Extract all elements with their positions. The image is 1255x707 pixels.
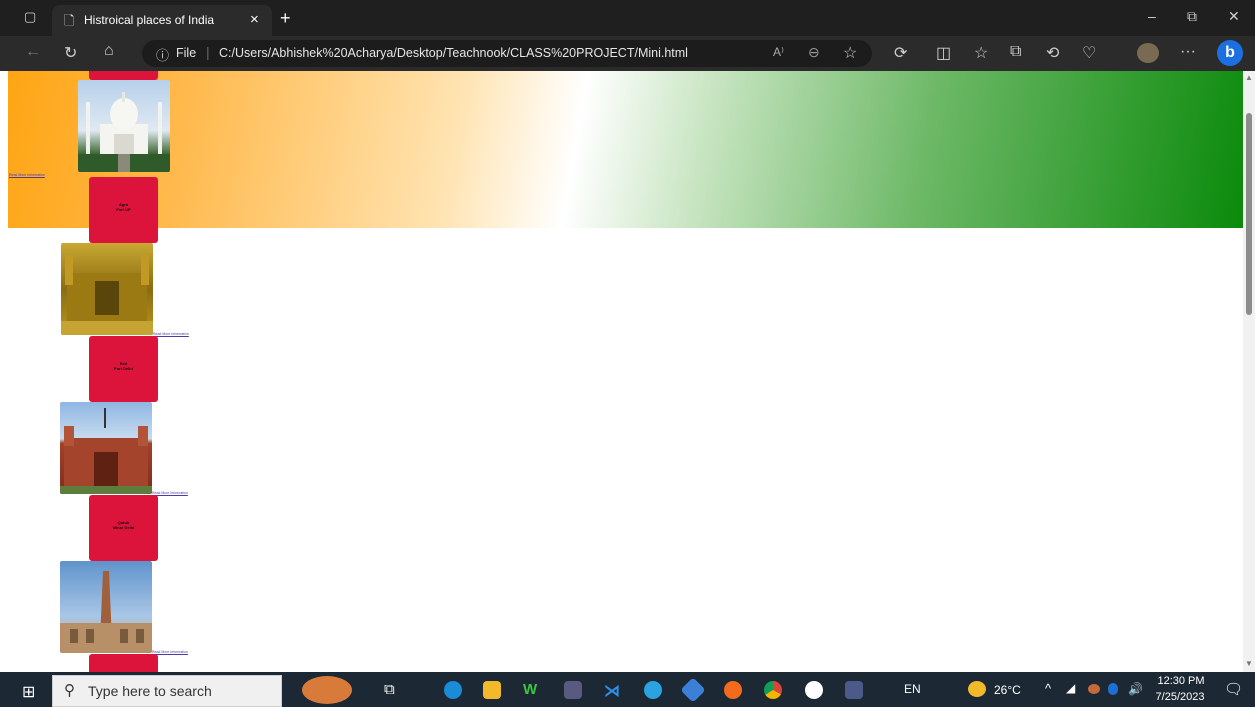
search-icon: ⚲ bbox=[64, 682, 75, 699]
tab-title: Histroical places of India bbox=[84, 13, 215, 27]
tab-actions-icon[interactable]: ▢ bbox=[24, 9, 36, 25]
separator: | bbox=[206, 44, 210, 60]
profile-avatar[interactable] bbox=[1137, 43, 1159, 63]
tray-app-icon[interactable] bbox=[1088, 684, 1100, 694]
place-card[interactable]: Qutub Minar Delhi bbox=[89, 495, 158, 561]
edge-icon[interactable] bbox=[444, 681, 462, 699]
bing-copilot-icon[interactable]: b bbox=[1217, 40, 1243, 66]
network-icon[interactable]: ◢ bbox=[1066, 681, 1075, 695]
clock-date[interactable]: 7/25/2023 bbox=[1153, 691, 1207, 703]
file-label: File bbox=[176, 46, 197, 60]
bluetooth-icon[interactable] bbox=[1108, 683, 1118, 695]
read-more-link[interactable]: Read More Information bbox=[152, 650, 188, 654]
github-icon[interactable] bbox=[805, 681, 823, 699]
scroll-down-arrow-icon[interactable]: ▼ bbox=[1245, 659, 1253, 668]
new-tab-button[interactable]: + bbox=[280, 8, 291, 29]
app-icon[interactable] bbox=[564, 681, 582, 699]
page-icon: 🗋 bbox=[64, 13, 75, 28]
collections-icon[interactable]: ⧉ bbox=[1010, 43, 1021, 61]
chrome-icon[interactable] bbox=[764, 681, 782, 699]
place-card[interactable]: Agra Fort UP bbox=[89, 177, 158, 243]
vscode-icon[interactable]: ⋊ bbox=[604, 681, 622, 700]
more-icon[interactable]: ··· bbox=[1180, 43, 1196, 61]
url-text[interactable]: C:/Users/Abhishek%20Acharya/Desktop/Teac… bbox=[219, 46, 688, 60]
wps-icon[interactable]: W bbox=[523, 681, 541, 699]
extensions-icon[interactable]: ⟳ bbox=[894, 43, 907, 63]
taj-mahal-image bbox=[78, 80, 170, 172]
favorites-icon[interactable]: ☆ bbox=[974, 43, 988, 63]
read-more-link[interactable]: Read More Information bbox=[153, 332, 189, 336]
scrollbar-thumb[interactable] bbox=[1246, 113, 1252, 315]
scroll-up-arrow-icon[interactable]: ▲ bbox=[1245, 73, 1253, 82]
favorite-star-icon[interactable]: ☆ bbox=[843, 43, 857, 63]
place-card-partial bbox=[89, 654, 158, 672]
file-explorer-icon[interactable] bbox=[483, 681, 501, 699]
agra-fort-image bbox=[61, 243, 153, 335]
tab-close-icon[interactable]: × bbox=[250, 11, 259, 28]
place-name: Red Fort Delhi bbox=[114, 361, 133, 371]
performance-icon[interactable]: ♡ bbox=[1082, 43, 1096, 63]
telegram-icon[interactable] bbox=[644, 681, 662, 699]
refresh-icon[interactable]: ↻ bbox=[64, 43, 77, 63]
minimize-button[interactable]: – bbox=[1148, 8, 1156, 24]
read-aloud-icon[interactable]: A⁾ bbox=[773, 45, 784, 59]
chevron-up-icon[interactable]: ^ bbox=[1045, 681, 1051, 696]
notification-icon[interactable]: 🗨 bbox=[1224, 680, 1243, 698]
firefox-icon[interactable] bbox=[724, 681, 742, 699]
close-window-button[interactable]: ✕ bbox=[1228, 8, 1240, 25]
back-icon[interactable]: ← bbox=[25, 43, 41, 61]
windows-start-icon[interactable]: ⊞ bbox=[22, 682, 35, 702]
red-fort-image bbox=[60, 402, 152, 494]
place-name: Qutub Minar Delhi bbox=[112, 520, 135, 530]
read-more-link[interactable]: Read More Information bbox=[9, 173, 45, 177]
place-name: Agra Fort UP bbox=[116, 202, 131, 212]
qutub-minar-image bbox=[60, 561, 152, 653]
read-more-link[interactable]: Read More Information bbox=[152, 491, 188, 495]
restore-button[interactable]: ⧉ bbox=[1187, 8, 1197, 25]
weather-icon[interactable] bbox=[968, 681, 986, 697]
tricolor-banner bbox=[8, 71, 1243, 228]
task-view-icon[interactable]: ⧉ bbox=[384, 681, 395, 698]
page-viewport: Read More Information Agra Fort UP Read … bbox=[0, 71, 1243, 672]
info-icon[interactable]: ⓘ bbox=[156, 45, 169, 64]
zoom-icon[interactable]: ⊖ bbox=[808, 44, 820, 61]
search-placeholder: Type here to search bbox=[88, 683, 212, 699]
place-card-partial bbox=[89, 71, 158, 80]
temperature[interactable]: 26°C bbox=[994, 683, 1021, 697]
place-card[interactable]: Red Fort Delhi bbox=[89, 336, 158, 402]
app-editor-icon[interactable] bbox=[845, 681, 863, 699]
history-icon[interactable]: ⟲ bbox=[1046, 43, 1059, 63]
split-screen-icon[interactable]: ◫ bbox=[936, 43, 951, 63]
home-icon[interactable]: ⌂ bbox=[104, 42, 114, 60]
clock-time[interactable]: 12:30 PM bbox=[1157, 675, 1205, 687]
volume-icon[interactable]: 🔊 bbox=[1128, 682, 1143, 696]
search-highlight-icon[interactable] bbox=[302, 676, 352, 704]
language-indicator[interactable]: EN bbox=[904, 682, 921, 696]
